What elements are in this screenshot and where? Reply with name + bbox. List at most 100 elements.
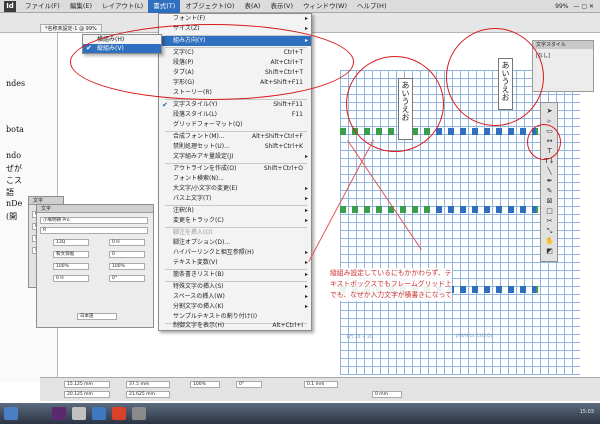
zoom-level[interactable]: 99% <box>555 3 568 10</box>
font-family-field[interactable]: 小塚明朝 Pro <box>40 217 148 224</box>
menu-help[interactable]: ヘルプ(H) <box>352 0 391 13</box>
pencil-icon[interactable]: ✎ <box>544 187 555 196</box>
menu-edit[interactable]: 編集(E) <box>65 0 97 13</box>
baseline-shift-field[interactable]: 0 H <box>53 275 89 282</box>
menu-view[interactable]: 表示(V) <box>265 0 298 13</box>
height-field[interactable]: 21.625 mm <box>126 391 170 398</box>
offset-field[interactable]: 0 mm <box>372 391 402 398</box>
windows-taskbar: 15:03 <box>0 403 600 424</box>
menu-paragraph-styles[interactable]: 段落スタイル(L) F11 <box>159 110 311 120</box>
style-item[interactable]: [なし] <box>533 49 593 62</box>
menu-label: 制御文字を表示(H) <box>173 322 225 329</box>
panel-title: 文字 <box>37 205 153 213</box>
menu-type-on-path[interactable]: パス上文字(T) <box>159 194 311 204</box>
menu-label: 特殊文字の挿入(S) <box>173 283 224 290</box>
menu-insert-white-space[interactable]: スペースの挿入(W) <box>159 292 311 302</box>
tracking-field[interactable]: 0 <box>109 251 145 258</box>
menu-footnote-options[interactable]: 脚注オプション(D)... <box>159 238 311 248</box>
menu-bulleted-list[interactable]: 箇条書きリスト(B) <box>159 270 311 280</box>
grid-info-label: 1行 20 × 20 <box>346 335 373 340</box>
font-style-field[interactable]: R <box>40 227 148 234</box>
transform-icon[interactable]: ⤡ <box>544 227 555 236</box>
menu-label: 禁則処理セット(U)... <box>173 143 230 150</box>
menu-insert-break[interactable]: 分割文字の挿入(K) <box>159 302 311 312</box>
menu-font[interactable]: フォント(F) <box>159 14 311 24</box>
menu-notes[interactable]: 注釈(R) <box>159 206 311 216</box>
grid-band-blue <box>436 128 536 135</box>
horizontal-scale-field[interactable]: 100% <box>109 263 145 270</box>
menu-file[interactable]: ファイル(F) <box>20 0 65 13</box>
menu-label: 合成フォント(M)... <box>173 133 225 140</box>
menu-shortcut: Shift+Ctrl+O <box>263 165 303 172</box>
menu-type[interactable]: 書式(T) <box>148 0 181 13</box>
rotation-field[interactable]: 0° <box>109 275 145 282</box>
clock: 15:03 <box>579 409 594 415</box>
rectangle-icon[interactable]: □ <box>544 207 555 216</box>
menu-track-changes[interactable]: 変更をトラック(C) <box>159 216 311 226</box>
menu-text-variables[interactable]: テキスト変数(V) <box>159 258 311 268</box>
scale-field[interactable]: 100% <box>190 381 220 388</box>
menu-character-styles[interactable]: ✔ 文字スタイル(Y) Shift+F11 <box>159 100 311 110</box>
vertical-scale-field[interactable]: 100% <box>53 263 89 270</box>
character-panel: 文字 小塚明朝 Pro R 13Q 0 H 和文等幅 0 100% 100% 0… <box>36 204 154 328</box>
x-position-field[interactable]: 15.125 mm <box>64 381 110 388</box>
menu-mojikumi[interactable]: 文字組みアキ量設定(J) <box>159 152 311 162</box>
menu-bar: Id ファイル(F) 編集(E) レイアウト(L) 書式(T) オブジェクト(O… <box>0 0 600 13</box>
app-taskbar-icon[interactable] <box>132 407 146 420</box>
menu-shortcut: Alt+Ctrl+I <box>272 322 303 329</box>
menu-table[interactable]: 表(A) <box>239 0 265 13</box>
window-controls[interactable]: — ▢ ✕ <box>573 3 594 10</box>
angle-field[interactable]: 0° <box>236 381 262 388</box>
grid-band-blue <box>436 206 536 213</box>
menu-label: テキスト変数(V) <box>173 259 218 266</box>
indesign-taskbar-icon[interactable] <box>52 407 66 420</box>
pen-icon[interactable]: ✒ <box>544 177 555 186</box>
language-field[interactable]: 日本語 <box>77 313 117 320</box>
menu-create-outlines[interactable]: アウトラインを作成(O) Shift+Ctrl+O <box>159 164 311 174</box>
menu-label: 文字組みアキ量設定(J) <box>173 153 234 160</box>
annotation-oval-tool <box>527 124 561 160</box>
menu-shortcut: Shift+F11 <box>273 101 303 108</box>
bottom-control-bar: 15.125 mm 20.125 mm 37.5 mm 21.625 mm 10… <box>40 377 600 401</box>
menu-kinsoku-set[interactable]: 禁則処理セット(U)... Shift+Ctrl+K <box>159 142 311 152</box>
line-icon[interactable]: ╲ <box>544 167 555 176</box>
menu-label: サンプルテキストの割り付け(I) <box>173 313 258 320</box>
font-size-field[interactable]: 13Q <box>53 239 89 246</box>
menu-label: グリッドフォーマット(Q) <box>173 121 243 128</box>
menu-object[interactable]: オブジェクト(O) <box>180 0 239 13</box>
menu-label: フォント(F) <box>173 15 206 22</box>
menu-layout[interactable]: レイアウト(L) <box>97 0 148 13</box>
text-fragment: ぜが <box>6 164 22 173</box>
hand-icon[interactable]: ✋ <box>544 237 555 246</box>
scissors-icon[interactable]: ✂ <box>544 217 555 226</box>
document-tab[interactable]: *名称未設定-1 @ 99% <box>40 24 102 33</box>
browser-taskbar-icon[interactable] <box>92 407 106 420</box>
rectangle-frame-icon[interactable]: ⊠ <box>544 197 555 206</box>
text-fragment: 語 <box>6 188 14 197</box>
text-fragment: bota <box>6 125 24 134</box>
app-taskbar-icon[interactable] <box>112 407 126 420</box>
menu-hyperlinks[interactable]: ハイパーリンクと相互参照(H) <box>159 248 311 258</box>
menu-change-case[interactable]: 大文字/小文字の変更(E) <box>159 184 311 194</box>
menu-label: 注釈(R) <box>173 207 194 214</box>
y-position-field[interactable]: 20.125 mm <box>64 391 110 398</box>
menu-label: 文字スタイル(Y) <box>173 101 218 108</box>
fill-stroke-icon[interactable]: ◩ <box>544 247 555 256</box>
menu-label: 段落スタイル(L) <box>173 111 218 118</box>
explorer-taskbar-icon[interactable] <box>72 407 86 420</box>
text-fragment: (開 <box>6 212 18 221</box>
menu-show-hidden-characters[interactable]: 制御文字を表示(H) Alt+Ctrl+I <box>159 321 311 331</box>
leading-field[interactable]: 0 H <box>109 239 145 246</box>
start-icon[interactable] <box>4 407 18 420</box>
kerning-field[interactable]: 和文等幅 <box>53 251 89 258</box>
menu-find-font[interactable]: フォント検索(N)... <box>159 174 311 184</box>
menu-composite-font[interactable]: 合成フォント(M)... Alt+Shift+Ctrl+F <box>159 132 311 142</box>
width-field[interactable]: 37.5 mm <box>126 381 170 388</box>
menu-window[interactable]: ウィンドウ(W) <box>298 0 352 13</box>
text-fragment: nDe <box>6 199 23 208</box>
selection-icon[interactable]: ➤ <box>544 107 555 116</box>
menu-insert-special-character[interactable]: 特殊文字の挿入(S) <box>159 282 311 292</box>
menu-grid-format[interactable]: グリッドフォーマット(Q) <box>159 120 311 130</box>
stroke-weight-field[interactable]: 0.1 mm <box>304 381 338 388</box>
text-fragment: ndo <box>6 151 22 160</box>
